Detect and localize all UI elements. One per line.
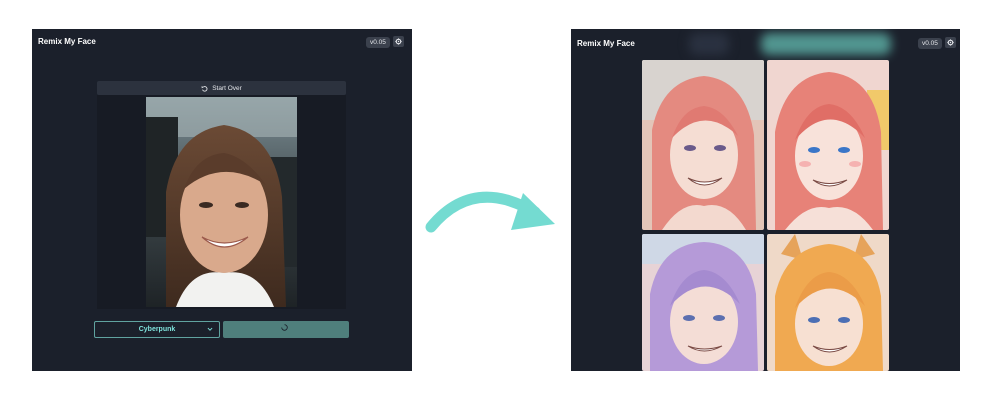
settings-button[interactable] bbox=[945, 37, 956, 48]
version-badge: v0.05 bbox=[366, 37, 390, 48]
app-title: Remix My Face bbox=[38, 37, 96, 46]
uploaded-photo bbox=[146, 97, 297, 307]
settings-button[interactable] bbox=[393, 36, 404, 47]
result-grid bbox=[640, 58, 890, 371]
photo-area bbox=[97, 95, 346, 309]
generate-button[interactable] bbox=[223, 321, 349, 338]
blurred-tag bbox=[689, 33, 729, 55]
style-select-value: Cyberpunk bbox=[138, 326, 176, 333]
blurred-tag bbox=[761, 33, 891, 55]
result-image[interactable] bbox=[767, 60, 889, 230]
style-select[interactable]: Cyberpunk bbox=[94, 321, 220, 338]
result-image[interactable] bbox=[642, 60, 764, 230]
spinner-icon bbox=[281, 324, 288, 331]
chevron-down-icon bbox=[207, 327, 213, 331]
gear-icon bbox=[395, 38, 402, 45]
app-title: Remix My Face bbox=[577, 39, 635, 48]
start-over-label: Start Over bbox=[212, 84, 242, 92]
app-window-before: Remix My Face v0.05 Start Over Cyberpunk bbox=[32, 29, 412, 371]
result-image[interactable] bbox=[767, 234, 889, 371]
version-badge: v0.05 bbox=[918, 38, 942, 49]
start-over-button[interactable]: Start Over bbox=[97, 81, 346, 95]
app-window-after: Remix My Face v0.05 bbox=[571, 29, 960, 371]
result-image[interactable] bbox=[642, 234, 764, 371]
gear-icon bbox=[947, 39, 954, 46]
curved-arrow-icon bbox=[425, 191, 555, 233]
undo-icon bbox=[201, 85, 208, 92]
